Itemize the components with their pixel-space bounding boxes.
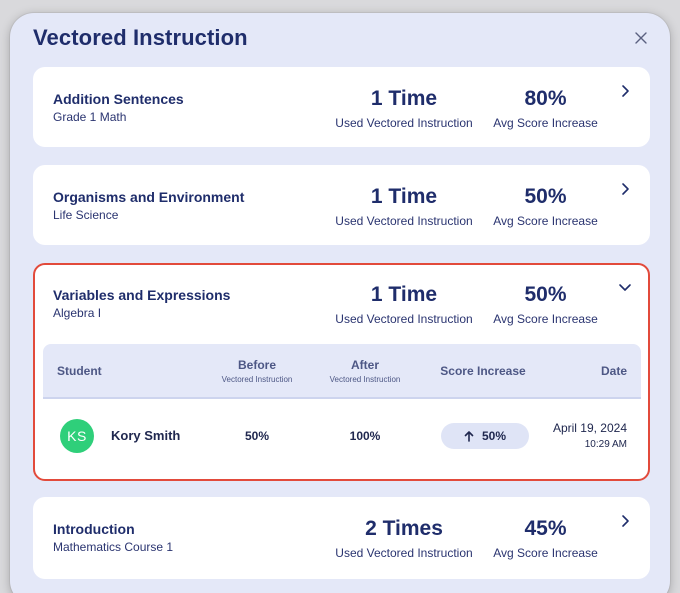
avg-score-stat: 50% Avg Score Increase bbox=[488, 283, 603, 326]
usage-label: Used Vectored Instruction bbox=[335, 546, 473, 560]
avg-score-stat: 50% Avg Score Increase bbox=[488, 185, 603, 228]
close-button[interactable] bbox=[630, 27, 652, 49]
column-header-before: Before Vectored Instruction bbox=[203, 358, 311, 384]
avg-score-stat: 80% Avg Score Increase bbox=[488, 87, 603, 130]
avg-score-label: Avg Score Increase bbox=[493, 546, 598, 560]
column-header-label: After bbox=[350, 358, 379, 372]
avg-score-value: 80% bbox=[524, 87, 567, 110]
avg-score-value: 45% bbox=[524, 517, 567, 540]
column-header-label: Student bbox=[57, 364, 102, 378]
avatar: KS bbox=[60, 419, 94, 453]
usage-stat: 2 Times Used Vectored Instruction bbox=[320, 517, 488, 560]
lesson-card-header[interactable]: Organisms and Environment Life Science 1… bbox=[33, 165, 650, 245]
lesson-card-introduction: Introduction Mathematics Course 1 2 Time… bbox=[33, 497, 650, 579]
lesson-name: Variables and Expressions bbox=[53, 287, 231, 303]
lesson-card-organisms-environment: Organisms and Environment Life Science 1… bbox=[33, 165, 650, 245]
lesson-name: Organisms and Environment bbox=[53, 189, 245, 205]
usage-count: 1 Time bbox=[370, 87, 438, 110]
lesson-card-header[interactable]: Introduction Mathematics Course 1 2 Time… bbox=[33, 497, 650, 577]
lesson-name: Addition Sentences bbox=[53, 91, 184, 107]
lesson-subject: Grade 1 Math bbox=[53, 110, 127, 124]
column-header-sublabel: Vectored Instruction bbox=[221, 375, 293, 384]
lesson-name: Introduction bbox=[53, 521, 135, 537]
chevron-right-icon[interactable] bbox=[617, 181, 633, 197]
lesson-subject: Mathematics Course 1 bbox=[53, 540, 174, 554]
usage-stat: 1 Time Used Vectored Instruction bbox=[320, 185, 488, 228]
modal-title: Vectored Instruction bbox=[33, 25, 248, 50]
avg-score-label: Avg Score Increase bbox=[493, 312, 598, 326]
usage-count: 2 Times bbox=[365, 517, 443, 540]
student-name: Kory Smith bbox=[111, 428, 181, 443]
score-increase-badge: 50% bbox=[441, 423, 529, 449]
score-increase-value: 50% bbox=[481, 429, 507, 443]
column-header-label: Date bbox=[600, 364, 627, 378]
lesson-card-header[interactable]: Addition Sentences Grade 1 Math 1 Time U… bbox=[33, 67, 650, 147]
column-header-student: Student bbox=[57, 364, 102, 378]
chevron-right-icon[interactable] bbox=[617, 513, 633, 529]
column-header-score-increase: Score Increase bbox=[433, 364, 533, 378]
usage-stat: 1 Time Used Vectored Instruction bbox=[320, 283, 488, 326]
chevron-right-icon[interactable] bbox=[617, 83, 633, 99]
close-icon bbox=[635, 32, 647, 44]
lesson-subject: Algebra I bbox=[53, 306, 102, 320]
avg-score-value: 50% bbox=[524, 283, 567, 306]
column-header-sublabel: Vectored Instruction bbox=[329, 375, 401, 384]
column-header-date: Date bbox=[563, 364, 627, 378]
avg-score-value: 50% bbox=[524, 185, 567, 208]
usage-count: 1 Time bbox=[370, 185, 438, 208]
chevron-down-icon[interactable] bbox=[617, 279, 633, 295]
usage-label: Used Vectored Instruction bbox=[335, 214, 473, 228]
lesson-subject: Life Science bbox=[53, 208, 119, 222]
usage-label: Used Vectored Instruction bbox=[335, 312, 473, 326]
before-score: 50% bbox=[244, 429, 270, 443]
avg-score-label: Avg Score Increase bbox=[493, 214, 598, 228]
avg-score-stat: 45% Avg Score Increase bbox=[488, 517, 603, 560]
column-header-label: Score Increase bbox=[440, 364, 526, 378]
usage-count: 1 Time bbox=[370, 283, 438, 306]
usage-stat: 1 Time Used Vectored Instruction bbox=[320, 87, 488, 130]
student-results-table: Student Before Vectored Instruction Afte… bbox=[43, 344, 641, 471]
after-score: 100% bbox=[349, 429, 381, 443]
column-header-after: After Vectored Instruction bbox=[315, 358, 415, 384]
column-header-label: Before bbox=[237, 358, 276, 372]
vectored-instruction-modal: Vectored Instruction Addition Sentences … bbox=[10, 13, 670, 593]
result-date: April 19, 2024 bbox=[552, 421, 627, 435]
arrow-up-icon bbox=[464, 430, 474, 442]
lesson-card-addition-sentences: Addition Sentences Grade 1 Math 1 Time U… bbox=[33, 67, 650, 147]
lesson-card-header[interactable]: Variables and Expressions Algebra I 1 Ti… bbox=[35, 265, 648, 345]
lesson-card-variables-expressions: Variables and Expressions Algebra I 1 Ti… bbox=[33, 263, 650, 481]
table-row: KS Kory Smith 50% 100% 50% April 19, 202… bbox=[43, 401, 641, 471]
avg-score-label: Avg Score Increase bbox=[493, 116, 598, 130]
table-header: Student Before Vectored Instruction Afte… bbox=[43, 344, 641, 399]
result-time: 10:29 AM bbox=[584, 439, 627, 450]
usage-label: Used Vectored Instruction bbox=[335, 116, 473, 130]
